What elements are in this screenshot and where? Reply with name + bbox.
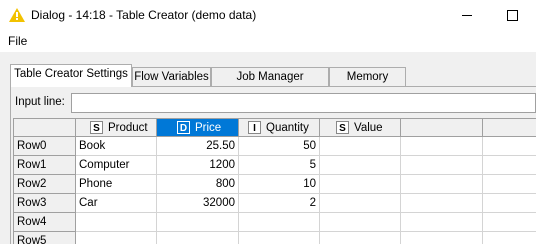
table-cell[interactable] [320, 194, 401, 213]
double-type-icon: D [177, 121, 190, 135]
table-cell[interactable] [401, 156, 483, 175]
maximize-icon [507, 10, 518, 21]
column-name: Value [354, 122, 383, 134]
column-name: Quantity [266, 122, 309, 134]
table-cell[interactable] [320, 137, 401, 156]
table-cell[interactable] [157, 213, 239, 232]
menu-bar: File [0, 30, 536, 52]
integer-type-icon: I [248, 121, 261, 135]
input-line-field[interactable] [71, 93, 536, 113]
table-cell[interactable]: Phone [76, 175, 157, 194]
table-cell[interactable]: Car [76, 194, 157, 213]
corner-header [14, 119, 76, 137]
column-header-empty[interactable] [483, 119, 536, 137]
table-cell[interactable] [483, 175, 536, 194]
row-header[interactable]: Row0 [14, 137, 76, 156]
table-cell[interactable] [239, 213, 320, 232]
table-cell[interactable]: 25.50 [157, 137, 239, 156]
column-header-price[interactable]: D Price [157, 119, 239, 137]
table-cell[interactable]: 10 [239, 175, 320, 194]
row-header[interactable]: Row4 [14, 213, 76, 232]
tab-flow-variables[interactable]: Flow Variables [132, 67, 211, 86]
column-name: Product [108, 122, 148, 134]
table-cell[interactable]: Book [76, 137, 157, 156]
table-cell[interactable] [76, 232, 157, 244]
table-cell[interactable] [483, 232, 536, 244]
row-header[interactable]: Row1 [14, 156, 76, 175]
table-cell[interactable] [401, 175, 483, 194]
row-header[interactable]: Row3 [14, 194, 76, 213]
tab-memory-policy[interactable]: Memory Policy [329, 67, 406, 102]
column-header-empty[interactable] [401, 119, 483, 137]
table-cell[interactable]: Computer [76, 156, 157, 175]
warning-app-icon [9, 8, 25, 22]
minimize-icon [462, 15, 472, 16]
table-cell[interactable] [483, 194, 536, 213]
table-cell[interactable] [157, 232, 239, 244]
maximize-button[interactable] [490, 0, 536, 30]
title-bar: Dialog - 14:18 - Table Creator (demo dat… [0, 0, 536, 30]
table-cell[interactable] [401, 232, 483, 244]
column-name: Price [195, 122, 222, 134]
row-header[interactable]: Row2 [14, 175, 76, 194]
table-cell[interactable] [483, 156, 536, 175]
column-header-product[interactable]: S Product [76, 119, 157, 137]
tab-table-creator-settings[interactable]: Table Creator Settings [10, 64, 132, 87]
table-cell[interactable] [320, 156, 401, 175]
table-cell[interactable] [483, 213, 536, 232]
table-cell[interactable]: 32000 [157, 194, 239, 213]
table-cell[interactable] [401, 137, 483, 156]
table-cell[interactable] [401, 213, 483, 232]
column-header-quantity[interactable]: I Quantity [239, 119, 320, 137]
string-type-icon: S [336, 121, 349, 135]
table-cell[interactable] [401, 194, 483, 213]
minimize-button[interactable] [444, 0, 490, 30]
table-cell[interactable]: 2 [239, 194, 320, 213]
tab-job-manager-selection[interactable]: Job Manager Selection [211, 67, 329, 102]
column-header-value[interactable]: S Value [320, 119, 401, 137]
table-cell[interactable]: 50 [239, 137, 320, 156]
table-cell[interactable]: 5 [239, 156, 320, 175]
table-cell[interactable] [320, 175, 401, 194]
table-cell[interactable]: 800 [157, 175, 239, 194]
window-title: Dialog - 14:18 - Table Creator (demo dat… [31, 8, 257, 22]
row-header[interactable]: Row5 [14, 232, 76, 244]
table-cell[interactable] [483, 137, 536, 156]
table-cell[interactable] [76, 213, 157, 232]
table-grid: S Product D Price I Quantity S Value Row0 Bo… [13, 118, 536, 244]
table-cell[interactable] [320, 213, 401, 232]
table-cell[interactable] [239, 232, 320, 244]
menu-file[interactable]: File [8, 34, 27, 48]
input-line-label: Input line: [15, 96, 65, 108]
tab-strip: Table Creator Settings Flow Variables Jo… [10, 64, 536, 102]
table-cell[interactable] [320, 232, 401, 244]
table-cell[interactable]: 1200 [157, 156, 239, 175]
string-type-icon: S [90, 121, 103, 135]
